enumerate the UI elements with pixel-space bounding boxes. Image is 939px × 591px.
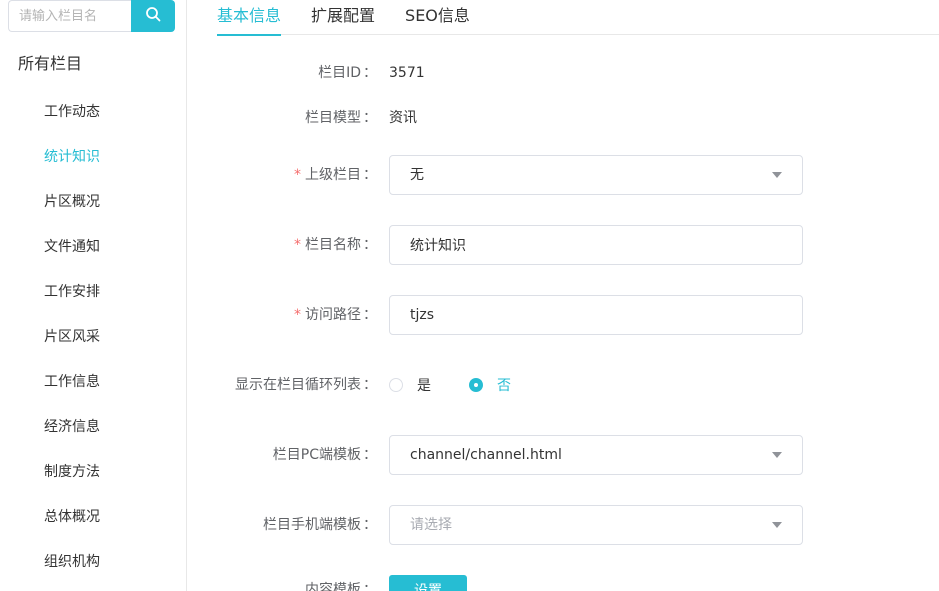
radio-label-yes: 是: [417, 378, 431, 394]
access-path-label: * 访问路径：: [294, 307, 377, 323]
sidebar-item-economic-info[interactable]: 经济信息: [0, 405, 186, 450]
tab-seo-info[interactable]: SEO信息: [405, 0, 470, 35]
mobile-template-label: 栏目手机端模板：: [263, 517, 377, 533]
radio-label-no: 否: [497, 378, 511, 394]
parent-channel-label: * 上级栏目：: [294, 167, 377, 183]
mobile-template-select[interactable]: 请选择: [389, 505, 803, 545]
sidebar-item-work-schedule[interactable]: 工作安排: [0, 270, 186, 315]
form-row-access-path: * 访问路径：: [187, 295, 939, 335]
required-mark: *: [294, 307, 301, 323]
access-path-input[interactable]: [389, 295, 803, 335]
sidebar: 所有栏目 工作动态 统计知识 片区概况 文件通知 工作安排 片区风采 工作信息 …: [0, 0, 187, 591]
required-mark: *: [294, 167, 301, 183]
content-template-label: 内容模板：: [305, 582, 377, 591]
form-row-parent-channel: * 上级栏目： 无: [187, 155, 939, 195]
form-row-channel-model: 栏目模型： 资讯: [187, 98, 939, 138]
show-in-loop-radio-group: 是 否: [389, 365, 549, 405]
pc-template-select[interactable]: channel/channel.html: [389, 435, 803, 475]
chevron-down-icon: [772, 522, 782, 528]
sidebar-search: [8, 0, 175, 32]
radio-unchecked-icon: [389, 378, 403, 392]
show-in-loop-yes-radio[interactable]: 是: [389, 375, 431, 395]
form-row-mobile-template: 栏目手机端模板： 请选择: [187, 505, 939, 545]
search-button[interactable]: [131, 0, 175, 32]
tab-bar: 基本信息 扩展配置 SEO信息: [217, 0, 939, 36]
form-row-channel-id: 栏目ID： 3571: [187, 53, 939, 93]
form-row-channel-name: * 栏目名称：: [187, 225, 939, 265]
search-input[interactable]: [8, 0, 131, 32]
channel-model-label: 栏目模型：: [305, 110, 377, 126]
required-mark: *: [294, 237, 301, 253]
channel-name-label: * 栏目名称：: [294, 237, 377, 253]
sidebar-item-general-overview[interactable]: 总体概况: [0, 495, 186, 540]
search-icon: [145, 6, 161, 26]
channel-nav: 工作动态 统计知识 片区概况 文件通知 工作安排 片区风采 工作信息 经济信息 …: [0, 90, 186, 585]
sidebar-item-statistics-knowledge[interactable]: 统计知识: [0, 135, 186, 180]
sidebar-item-district-overview[interactable]: 片区概况: [0, 180, 186, 225]
sidebar-item-district-style[interactable]: 片区风采: [0, 315, 186, 360]
show-in-loop-no-radio[interactable]: 否: [469, 375, 511, 395]
form-row-pc-template: 栏目PC端模板： channel/channel.html: [187, 435, 939, 475]
tab-extended-config[interactable]: 扩展配置: [311, 0, 375, 35]
chevron-down-icon: [772, 172, 782, 178]
sidebar-item-work-info[interactable]: 工作信息: [0, 360, 186, 405]
sidebar-title: 所有栏目: [18, 54, 83, 73]
channel-model-value: 资讯: [389, 110, 417, 126]
pc-template-label: 栏目PC端模板：: [272, 447, 377, 463]
pc-template-value: channel/channel.html: [410, 447, 562, 463]
content-template-set-button[interactable]: 设置: [389, 575, 467, 591]
parent-channel-select[interactable]: 无: [389, 155, 803, 195]
sidebar-item-file-notices[interactable]: 文件通知: [0, 225, 186, 270]
sidebar-item-system-methods[interactable]: 制度方法: [0, 450, 186, 495]
radio-checked-icon: [469, 378, 483, 392]
tab-basic-info[interactable]: 基本信息: [217, 0, 282, 36]
parent-channel-value: 无: [410, 167, 424, 183]
sidebar-item-work-news[interactable]: 工作动态: [0, 90, 186, 135]
form-row-show-in-loop: 显示在栏目循环列表： 是 否: [187, 365, 939, 405]
chevron-down-icon: [772, 452, 782, 458]
channel-id-value: 3571: [389, 65, 425, 81]
mobile-template-placeholder: 请选择: [410, 517, 452, 533]
show-in-loop-label: 显示在栏目循环列表：: [235, 377, 377, 393]
channel-name-input[interactable]: [389, 225, 803, 265]
channel-id-label: 栏目ID：: [318, 65, 377, 81]
sidebar-item-organization[interactable]: 组织机构: [0, 540, 186, 585]
form-row-content-template: 内容模板： 设置: [187, 570, 939, 591]
